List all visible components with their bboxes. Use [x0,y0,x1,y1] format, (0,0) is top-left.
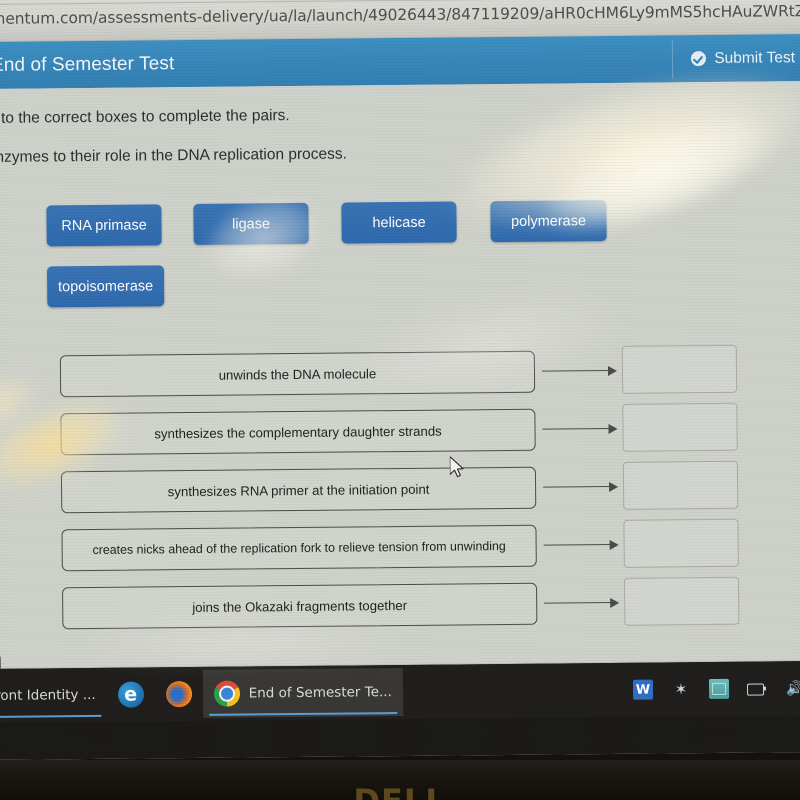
arrow-icon [544,597,620,609]
arrow-shaft [543,543,612,546]
arrow-head [607,365,618,377]
arrow-icon [541,365,618,377]
arrow-shaft [541,369,610,372]
windows-taskbar: efront Identity ... End of Semester Te..… [0,661,800,760]
url-text[interactable]: dmentum.com/assessments-delivery/ua/la/l… [0,2,800,28]
volume-icon[interactable] [785,678,800,698]
arrow-head [608,423,618,435]
arrow-shaft [542,427,611,430]
dell-logo: DELL [353,782,446,800]
drop-target[interactable] [623,518,739,568]
match-row: joins the Okazaki fragments together [2,576,782,630]
match-row: synthesizes the complementary daughter s… [0,402,780,456]
prompt-box: joins the Okazaki fragments together [62,582,538,630]
drop-target[interactable] [621,344,738,394]
arrow-head [609,481,619,493]
bluetooth-icon[interactable] [671,679,691,699]
prompt-box: unwinds the DNA molecule [59,350,536,398]
drop-target[interactable] [623,576,740,626]
arrow-head [609,539,619,551]
network-icon[interactable] [708,678,730,700]
submit-test-label: Submit Test [714,48,796,67]
drag-tile-topoisomerase[interactable]: topoisomerase [46,265,165,308]
prompt-box: synthesizes the complementary daughter s… [60,408,536,456]
battery-icon[interactable] [747,679,767,699]
drag-tile-ligase[interactable]: ligase [193,202,309,245]
taskbar-item-label: efront Identity ... [0,686,96,705]
submit-test-button[interactable]: Submit Test [691,49,795,68]
taskbar-item-chrome-test[interactable]: End of Semester Te... [202,667,404,718]
match-row: synthesizes RNA primer at the initiation… [1,460,781,514]
word-icon[interactable] [632,679,654,700]
taskbar-item-firefox[interactable] [154,670,202,718]
taskbar-items: efront Identity ... End of Semester Te..… [0,661,800,723]
chrome-icon [213,680,240,707]
page-title: End of Semester Test [0,52,175,76]
taskbar-item-label: End of Semester Te... [248,684,392,702]
instruction-line-2: e enzymes to their role in the DNA repli… [0,145,348,167]
assessment-body: iles to the correct boxes to complete th… [0,81,800,673]
drag-tile-rna-primase[interactable]: RNA primase [46,204,162,247]
arrow-shaft [543,485,612,488]
drag-tile-polymerase[interactable]: polymerase [490,200,607,243]
system-tray [632,661,800,717]
taskbar-item-edge[interactable] [106,670,154,718]
match-row: unwinds the DNA molecule [0,344,780,398]
arrow-head [610,597,620,609]
taskbar-item-efront-identity[interactable]: efront Identity ... [0,671,107,720]
photo-of-screen: dmentum.com/assessments-delivery/ua/la/l… [0,0,800,800]
instruction-line-1: iles to the correct boxes to complete th… [0,107,290,128]
prompt-box: creates nicks ahead of the replication f… [61,524,537,572]
match-row: creates nicks ahead of the replication f… [1,518,781,572]
arrow-shaft [544,601,613,604]
header-divider [671,39,674,79]
laptop-bezel: DELL [0,760,800,800]
drag-tile-helicase[interactable]: helicase [341,201,457,244]
arrow-icon [543,539,619,551]
arrow-icon [542,423,618,435]
assessment-header: End of Semester Test Submit Test [0,34,800,89]
edge-icon [117,681,144,708]
arrow-icon [543,481,619,493]
laptop-screen: dmentum.com/assessments-delivery/ua/la/l… [0,0,800,760]
prompt-box: synthesizes RNA primer at the initiation… [60,466,537,514]
check-circle-icon [691,51,707,67]
firefox-icon [165,681,192,708]
drop-target[interactable] [622,460,739,510]
drop-target[interactable] [622,402,738,452]
